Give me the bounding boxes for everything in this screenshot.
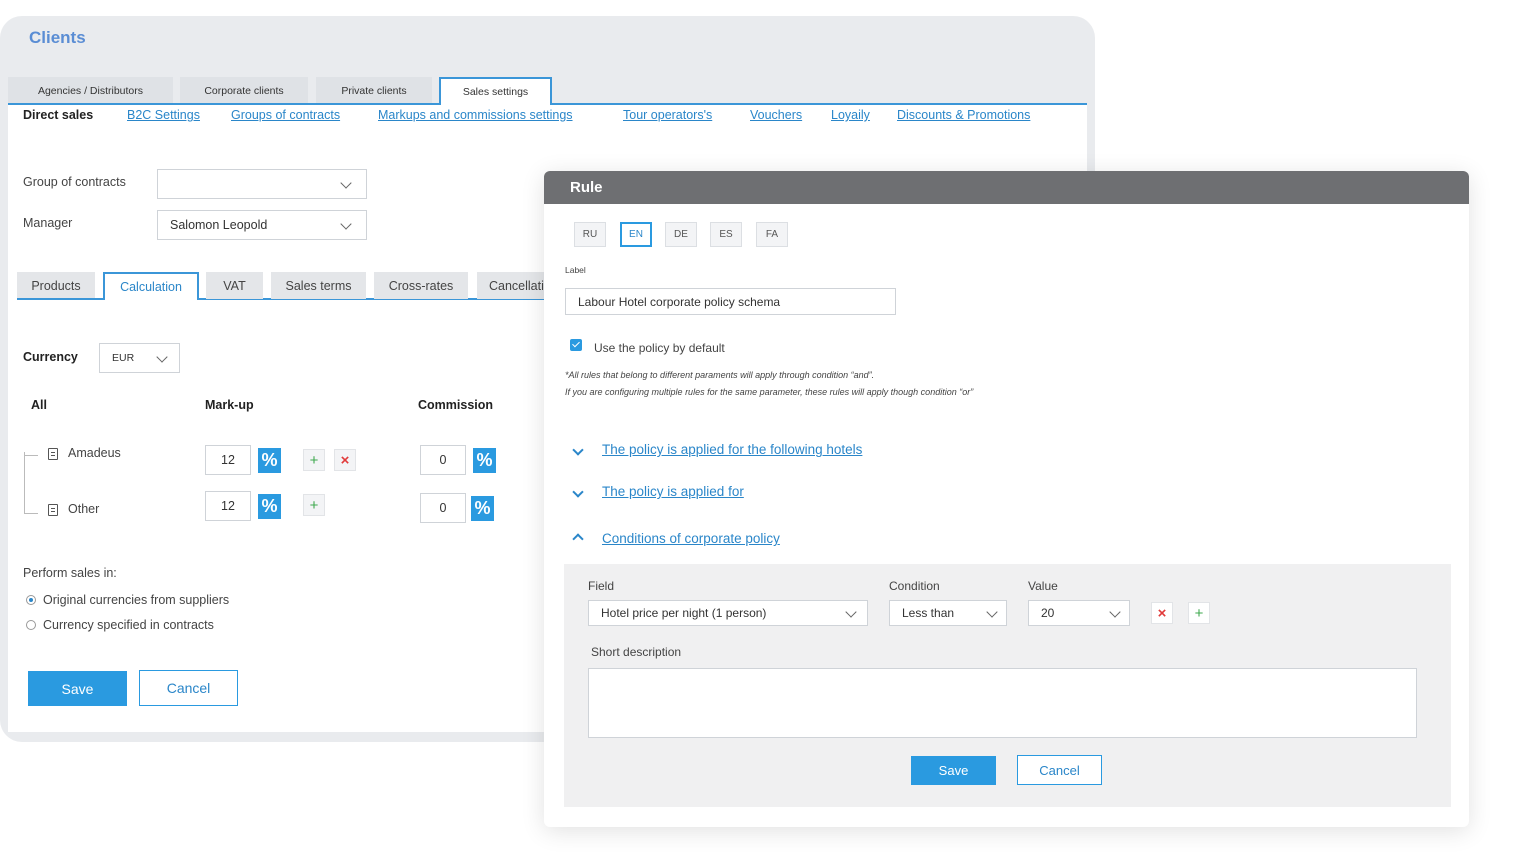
currency-label: Currency bbox=[23, 350, 78, 364]
tab-cancellation[interactable]: Cancellati bbox=[477, 272, 547, 299]
short-description-textarea[interactable] bbox=[588, 668, 1417, 738]
save-button[interactable]: Save bbox=[28, 671, 127, 706]
link-markups-commissions[interactable]: Markups and commissions settings bbox=[378, 108, 573, 122]
manager-label: Manager bbox=[23, 216, 73, 230]
group-of-contracts-label: Group of contracts bbox=[23, 175, 126, 189]
lang-tab-fa[interactable]: FA bbox=[756, 222, 788, 247]
percent-icon[interactable]: % bbox=[473, 448, 496, 473]
chevron-down-icon[interactable] bbox=[572, 444, 584, 456]
lang-tab-ru[interactable]: RU bbox=[574, 222, 606, 247]
rules-note: *All rules that belong to different para… bbox=[565, 370, 875, 380]
field-value: Hotel price per night (1 person) bbox=[601, 606, 767, 620]
manager-value: Salomon Leopold bbox=[170, 218, 268, 232]
link-discounts-promotions[interactable]: Discounts & Promotions bbox=[897, 108, 1030, 122]
tab-agencies[interactable]: Agencies / Distributors bbox=[8, 77, 173, 104]
radio-label: Currency specified in contracts bbox=[43, 618, 214, 632]
condition-label: Condition bbox=[889, 579, 940, 593]
value-select[interactable]: 20 bbox=[1028, 600, 1130, 626]
chevron-down-icon bbox=[845, 606, 857, 618]
chevron-down-icon bbox=[340, 177, 352, 189]
commission-input[interactable]: 0 bbox=[420, 445, 466, 475]
lang-tab-es[interactable]: ES bbox=[710, 222, 742, 247]
value-label: Value bbox=[1028, 579, 1058, 593]
document-icon bbox=[48, 504, 58, 516]
chevron-down-icon bbox=[986, 606, 998, 618]
chevron-up-icon[interactable] bbox=[572, 533, 584, 545]
conditions-panel: Field Condition Value Hotel price per ni… bbox=[564, 564, 1451, 807]
tab-calculation[interactable]: Calculation bbox=[103, 272, 199, 300]
radio-label: Original currencies from suppliers bbox=[43, 593, 230, 607]
tree-line bbox=[24, 455, 38, 456]
plus-icon[interactable]: + bbox=[1188, 602, 1210, 624]
close-icon[interactable]: × bbox=[1151, 602, 1173, 624]
row-name: Amadeus bbox=[68, 446, 121, 460]
percent-icon[interactable]: % bbox=[471, 496, 494, 521]
link-groups-of-contracts[interactable]: Groups of contracts bbox=[231, 108, 340, 122]
condition-value: Less than bbox=[902, 606, 955, 620]
rule-cancel-button[interactable]: Cancel bbox=[1017, 755, 1102, 785]
currency-select[interactable]: EUR bbox=[99, 343, 180, 373]
label-caption: Label bbox=[565, 265, 586, 275]
tree-line bbox=[24, 513, 38, 514]
tab-vat[interactable]: VAT bbox=[206, 272, 263, 299]
radio-contract-currency[interactable] bbox=[26, 620, 36, 630]
tab-sales-terms[interactable]: Sales terms bbox=[271, 272, 366, 299]
short-description-label: Short description bbox=[591, 645, 682, 659]
rule-save-button[interactable]: Save bbox=[911, 756, 996, 785]
condition-select[interactable]: Less than bbox=[889, 600, 1007, 626]
percent-icon[interactable]: % bbox=[258, 448, 281, 473]
value-value: 20 bbox=[1041, 606, 1055, 620]
default-checkbox-label: Use the policy by default bbox=[594, 341, 725, 355]
col-markup: Mark-up bbox=[205, 398, 254, 412]
col-all: All bbox=[31, 398, 47, 412]
radio-original-currencies[interactable] bbox=[26, 595, 36, 605]
link-loyalty[interactable]: Loyaily bbox=[831, 108, 870, 122]
label-input[interactable]: Labour Hotel corporate policy schema bbox=[565, 288, 896, 315]
manager-select[interactable]: Salomon Leopold bbox=[157, 210, 367, 240]
link-b2c-settings[interactable]: B2C Settings bbox=[127, 108, 200, 122]
tab-products[interactable]: Products bbox=[17, 272, 95, 299]
rules-note: If you are configuring multiple rules fo… bbox=[565, 387, 974, 397]
section-applied-for[interactable]: The policy is applied for bbox=[602, 484, 744, 499]
direct-sales-label: Direct sales bbox=[23, 108, 94, 122]
row-name: Other bbox=[68, 502, 100, 516]
close-icon[interactable]: × bbox=[334, 449, 356, 471]
tab-sales-settings[interactable]: Sales settings bbox=[439, 77, 552, 105]
tree-line bbox=[24, 452, 25, 514]
chevron-down-icon bbox=[1109, 606, 1121, 618]
link-tour-operators[interactable]: Tour operators's bbox=[623, 108, 712, 122]
commission-input[interactable]: 0 bbox=[420, 493, 466, 523]
chevron-down-icon bbox=[156, 351, 168, 363]
tab-cross-rates[interactable]: Cross-rates bbox=[374, 272, 468, 299]
section-conditions[interactable]: Conditions of corporate policy bbox=[602, 531, 780, 546]
dialog-title: Rule bbox=[570, 179, 603, 196]
link-vouchers[interactable]: Vouchers bbox=[750, 108, 802, 122]
markup-input[interactable]: 12 bbox=[205, 491, 251, 521]
page-title: Clients bbox=[29, 28, 86, 47]
plus-icon[interactable]: + bbox=[303, 449, 325, 471]
document-icon bbox=[48, 448, 58, 460]
tab-corporate-clients[interactable]: Corporate clients bbox=[180, 77, 308, 104]
cancel-button[interactable]: Cancel bbox=[139, 670, 238, 706]
chevron-down-icon[interactable] bbox=[572, 486, 584, 498]
lang-tab-en[interactable]: EN bbox=[620, 222, 652, 247]
chevron-down-icon bbox=[340, 218, 352, 230]
group-of-contracts-select[interactable] bbox=[157, 169, 367, 199]
field-select[interactable]: Hotel price per night (1 person) bbox=[588, 600, 868, 626]
check-icon bbox=[571, 339, 580, 348]
percent-icon[interactable]: % bbox=[258, 494, 281, 519]
lang-tab-de[interactable]: DE bbox=[665, 222, 697, 247]
currency-value: EUR bbox=[112, 352, 135, 364]
default-checkbox[interactable] bbox=[570, 339, 582, 351]
section-hotels[interactable]: The policy is applied for the following … bbox=[602, 442, 862, 457]
field-label: Field bbox=[588, 579, 615, 593]
plus-icon[interactable]: + bbox=[303, 494, 325, 516]
rule-dialog: Rule RU EN DE ES FA Label Labour Hotel c… bbox=[544, 171, 1469, 827]
markup-input[interactable]: 12 bbox=[205, 445, 251, 475]
perform-sales-label: Perform sales in: bbox=[23, 566, 117, 580]
tab-private-clients[interactable]: Private clients bbox=[316, 77, 432, 104]
col-commission: Commission bbox=[418, 398, 494, 412]
dialog-header: Rule bbox=[544, 171, 1469, 204]
